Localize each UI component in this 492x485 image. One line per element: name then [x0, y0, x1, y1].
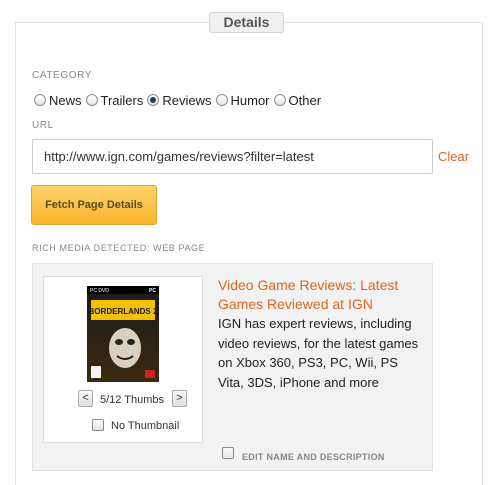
radio-other[interactable] [273, 94, 286, 106]
category-option-humor[interactable]: Humor [215, 92, 270, 108]
radio-reviews[interactable] [147, 94, 160, 106]
clear-link[interactable]: Clear [438, 149, 469, 164]
cover-platform-text: PC [149, 288, 156, 294]
no-thumbnail-checkbox[interactable] [92, 419, 104, 431]
url-label: URL [32, 120, 54, 131]
thumb-counter: 5/12 Thumbs [100, 394, 165, 406]
radio-trailers-label: Trailers [100, 92, 144, 108]
no-thumbnail-label: No Thumbnail [111, 420, 180, 432]
radio-news-label: News [49, 92, 82, 108]
category-radio-group: News Trailers Reviews Humor Other [34, 92, 325, 108]
prev-thumb-button[interactable]: < [78, 390, 93, 407]
media-title-link[interactable]: Video Game Reviews: Latest Games Reviewe… [218, 276, 418, 314]
next-thumb-button[interactable]: > [172, 390, 187, 407]
radio-humor-label: Humor [230, 92, 270, 108]
url-input[interactable] [32, 139, 433, 174]
cover-dvd-text: PC DVD [90, 288, 109, 294]
details-legend: Details [209, 12, 284, 33]
radio-other-label: Other [288, 92, 322, 108]
category-label: CATEGORY [32, 70, 92, 81]
category-option-news[interactable]: News [34, 93, 82, 108]
radio-humor[interactable] [215, 94, 228, 106]
game-cover-image: PC DVD PC BORDERLANDS 2 [87, 286, 159, 382]
radio-trailers[interactable] [85, 94, 98, 106]
category-option-other[interactable]: Other [273, 92, 322, 108]
cover-title-text: BORDERLANDS 2 [89, 307, 158, 316]
category-option-trailers[interactable]: Trailers [85, 92, 144, 108]
radio-reviews-label: Reviews [162, 92, 212, 108]
fetch-page-details-button[interactable]: Fetch Page Details [31, 185, 157, 225]
media-description: IGN has expert reviews, including video … [218, 316, 419, 390]
category-option-reviews[interactable]: Reviews [147, 92, 212, 108]
edit-name-description-checkbox[interactable] [222, 447, 234, 459]
radio-news[interactable] [34, 94, 46, 106]
rich-media-label: RICH MEDIA DETECTED: WEB PAGE [32, 243, 206, 253]
edit-name-description-label: EDIT NAME AND DESCRIPTION [242, 452, 385, 462]
